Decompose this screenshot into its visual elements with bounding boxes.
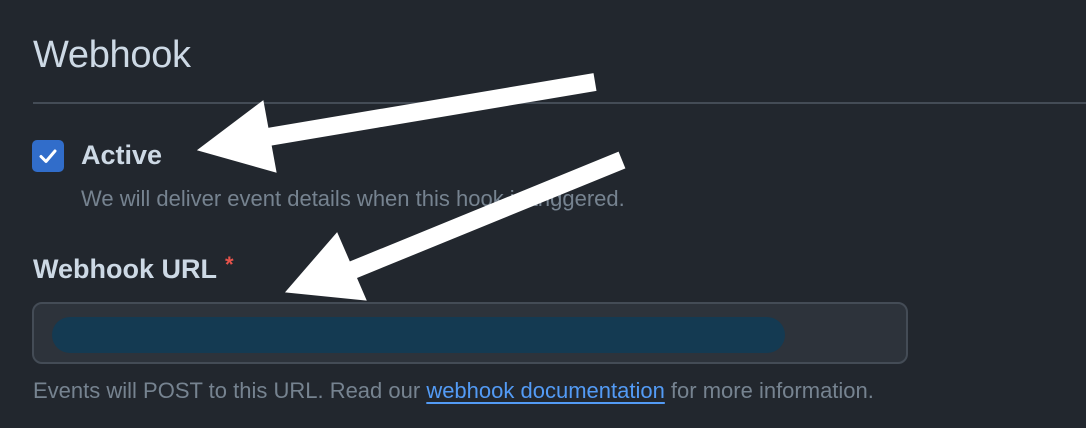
webhook-documentation-link[interactable]: webhook documentation [426,378,665,403]
arrow-to-webhook-url [334,151,626,285]
arrow-to-active [248,73,597,149]
webhook-url-label: Webhook URL * [33,252,234,285]
webhook-url-label-text: Webhook URL [33,254,217,284]
webhook-url-input[interactable] [32,302,908,364]
section-divider [33,102,1086,104]
help-text-before: Events will POST to this URL. Read our [33,378,427,403]
arrow-to-active-head [196,100,277,173]
checkmark-icon [39,149,57,163]
active-label[interactable]: Active [81,140,162,171]
help-text-after: for more information. [664,378,874,403]
redacted-url-value [52,317,785,353]
active-checkbox[interactable] [32,140,64,172]
webhook-url-help-text: Events will POST to this URL. Read our w… [33,378,874,404]
required-marker: * [225,252,234,277]
section-title: Webhook [33,34,191,76]
arrow-to-webhook-url-head [284,232,367,301]
webhook-settings-panel: Webhook Active We will deliver event det… [0,0,1086,428]
active-help-text: We will deliver event details when this … [81,186,625,211]
